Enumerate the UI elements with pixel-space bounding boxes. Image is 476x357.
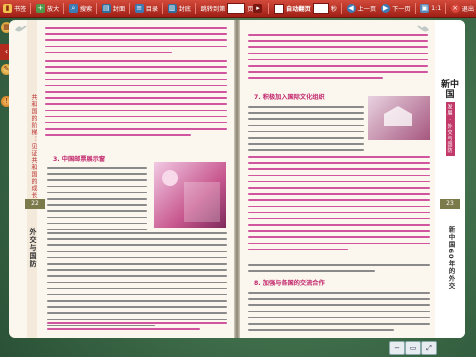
next-arrow-icon: ▶	[381, 4, 391, 13]
right-side-label: 新中国60年的外交	[447, 226, 455, 290]
toolbar-divider	[340, 3, 342, 14]
series-logo-subtitle: 发展 · 外交与国防	[445, 102, 455, 156]
next-page-button[interactable]: ▶ 下一页	[379, 2, 413, 15]
left-section-title: 3. 中国邮票展示窗	[53, 156, 106, 163]
organization-photo	[368, 96, 430, 140]
back-cover-button[interactable]: ▥ 封底	[166, 2, 193, 15]
stamp-photo	[154, 162, 226, 228]
zoom-in-button[interactable]: + 放大	[34, 2, 61, 15]
cover-button[interactable]: ▤ 封面	[100, 2, 127, 15]
search-button[interactable]: ⌕ 搜索	[67, 2, 94, 15]
prev-page-button[interactable]: ◀ 上一页	[345, 2, 379, 15]
go-arrow-icon[interactable]: ▸	[253, 4, 263, 13]
contents-icon: ≡	[134, 4, 144, 13]
right-page[interactable]: 新中国 发展 · 外交与国防 23 新中国60年的外交 7. 积极加入国际文化组…	[240, 20, 465, 338]
right-paragraph-1	[248, 34, 428, 84]
right-page-margin	[435, 20, 465, 338]
fit-page-button[interactable]: ▭	[405, 341, 421, 355]
right-paragraph-2	[248, 106, 364, 156]
auto-flip-seconds-input[interactable]	[312, 3, 329, 14]
dove-icon	[417, 25, 429, 32]
left-paragraph-4	[47, 232, 227, 331]
left-paragraph-3	[47, 167, 147, 235]
left-page-number: 22	[25, 199, 45, 209]
bookmark-button[interactable]: ▮ 书签	[1, 2, 28, 15]
toolbar-divider	[162, 3, 163, 14]
left-side-label: 外交与国防	[29, 228, 37, 268]
toolbar-divider	[30, 3, 31, 14]
actual-size-button[interactable]: ▣ 1:1	[418, 2, 443, 15]
zoom-out-button[interactable]: −	[389, 341, 405, 355]
bottom-controls: − ▭ ⤢	[0, 339, 476, 357]
left-paragraph-2	[45, 60, 227, 140]
book-cover-icon: ▤	[101, 4, 111, 13]
search-icon: ⌕	[68, 4, 78, 13]
toolbar-divider	[129, 3, 130, 14]
toolbar-divider	[445, 3, 446, 14]
left-paragraph-5	[47, 322, 227, 334]
auto-flip: 自动翻页 秒	[272, 2, 339, 15]
right-paragraph-3	[248, 156, 430, 255]
toolbar-divider	[96, 3, 97, 14]
actual-size-icon: ▣	[420, 4, 430, 13]
open-book: 共和国的阶梯：见证共和国的成长 22 外交与国防 3. 中国邮票展示窗 新中国 …	[9, 20, 465, 338]
left-page[interactable]: 共和国的阶梯：见证共和国的成长 22 外交与国防 3. 中国邮票展示窗	[9, 20, 234, 338]
left-running-head: 共和国的阶梯：见证共和国的成长	[30, 94, 37, 199]
left-paragraph-1	[45, 27, 227, 58]
toolbar-divider	[63, 3, 64, 14]
right-page-number: 23	[440, 199, 460, 209]
fullscreen-button[interactable]: ⤢	[421, 341, 437, 355]
toolbar-divider	[268, 3, 270, 14]
toolbar-divider	[414, 3, 416, 14]
zoom-in-icon: +	[35, 4, 45, 13]
goto-page: 跳转到第 页 ▸	[199, 2, 267, 15]
contents-button[interactable]: ≡ 目录	[133, 2, 160, 15]
right-paragraph-4	[248, 264, 430, 276]
series-logo: 新中国 发展 · 外交与国防	[439, 80, 461, 160]
reader-toolbar: ▮ 书签 + 放大 ⌕ 搜索 ▤ 封面 ≡ 目录 ▥ 封底 跳转到第 页 ▸ 自…	[0, 0, 476, 18]
right-heading-2: 8. 加强与各国的交流合作	[254, 280, 325, 287]
exit-button[interactable]: × 退出	[449, 2, 476, 15]
right-paragraph-5	[248, 292, 430, 335]
toolbar-divider	[194, 3, 196, 14]
right-heading-1: 7. 积极加入国际文化组织	[254, 94, 325, 101]
dove-icon	[15, 25, 27, 32]
page-number-input[interactable]	[227, 3, 246, 14]
bookmark-icon: ▮	[3, 4, 12, 13]
prev-arrow-icon: ◀	[346, 4, 356, 13]
back-cover-icon: ▥	[167, 4, 177, 13]
exit-icon: ×	[450, 4, 460, 13]
auto-flip-checkbox[interactable]	[274, 3, 285, 14]
series-logo-title: 新中国	[440, 80, 459, 100]
